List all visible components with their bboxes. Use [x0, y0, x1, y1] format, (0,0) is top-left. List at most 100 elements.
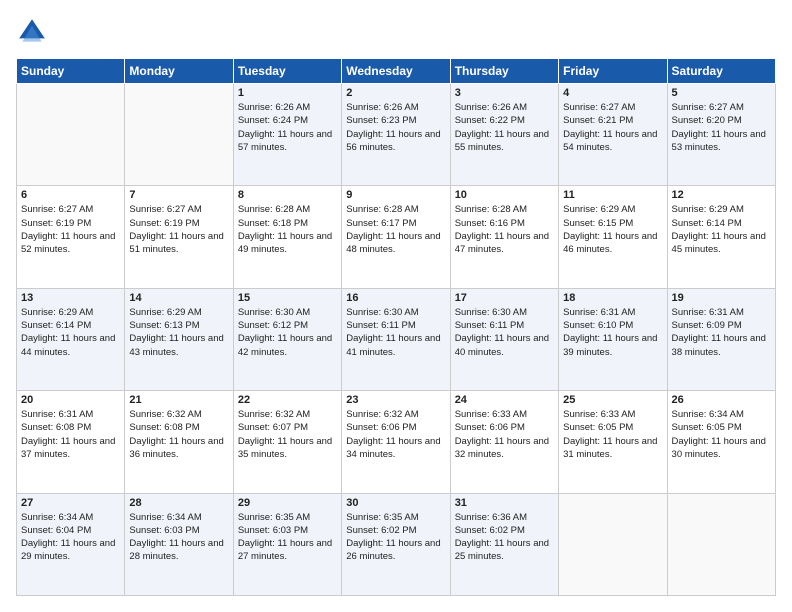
day-number: 30: [346, 497, 445, 509]
week-row-3: 13Sunrise: 6:29 AMSunset: 6:14 PMDayligh…: [17, 288, 776, 390]
day-info-line: Sunset: 6:05 PM: [672, 421, 771, 434]
day-number: 3: [455, 87, 554, 99]
day-info-line: Sunrise: 6:27 AM: [672, 101, 771, 114]
day-info-line: Sunset: 6:07 PM: [238, 421, 337, 434]
day-info-line: Sunrise: 6:26 AM: [346, 101, 445, 114]
calendar-cell: 12Sunrise: 6:29 AMSunset: 6:14 PMDayligh…: [667, 186, 775, 288]
day-info-line: Sunrise: 6:28 AM: [455, 203, 554, 216]
day-info-line: Sunrise: 6:29 AM: [563, 203, 662, 216]
day-info-line: Daylight: 11 hours and 42 minutes.: [238, 332, 337, 359]
day-info-line: Daylight: 11 hours and 52 minutes.: [21, 230, 120, 257]
day-number: 6: [21, 189, 120, 201]
day-info-line: Daylight: 11 hours and 25 minutes.: [455, 537, 554, 564]
week-row-4: 20 Sunrise: 6:31 AMSunset: 6:08 PM Dayligh…: [17, 391, 776, 493]
day-info-line: Sunrise: 6:30 AM: [346, 306, 445, 319]
calendar-cell: 6Sunrise: 6:27 AMSunset: 6:19 PMDaylight…: [17, 186, 125, 288]
day-info-line: Sunset: 6:19 PM: [129, 217, 228, 230]
day-number: 20: [21, 394, 120, 406]
calendar-cell: 11 Sunrise: 6:29 AMSunset: 6:15 PMDayligh…: [559, 186, 667, 288]
day-info-line: Sunrise: 6:32 AM: [346, 408, 445, 421]
calendar-cell: 19Sunrise: 6:31 AMSunset: 6:09 PMDayligh…: [667, 288, 775, 390]
logo: [16, 16, 52, 48]
calendar-cell: 1Sunrise: 6:26 AMSunset: 6:24 PMDaylight…: [233, 84, 341, 186]
day-info-line: Sunset: 6:09 PM: [672, 319, 771, 332]
day-info-line: Daylight: 11 hours and 46 minutes.: [563, 230, 662, 257]
day-number: 29: [238, 497, 337, 509]
day-info-line: Sunrise: 6:34 AM: [129, 511, 228, 524]
day-info-line: Sunset: 6:15 PM: [563, 217, 662, 230]
day-info-line: Sunset: 6:22 PM: [455, 114, 554, 127]
header-row: SundayMondayTuesdayWednesdayThursdayFrid…: [17, 59, 776, 84]
calendar-cell: 30Sunrise: 6:35 AMSunset: 6:02 PMDayligh…: [342, 493, 450, 595]
day-info-line: Sunrise: 6:30 AM: [238, 306, 337, 319]
day-info-line: Daylight: 11 hours and 35 minutes.: [238, 435, 337, 462]
day-info-line: Sunset: 6:06 PM: [346, 421, 445, 434]
day-number: 21: [129, 394, 228, 406]
day-info-line: Sunrise: 6:27 AM: [563, 101, 662, 114]
calendar-cell: 22 Sunrise: 6:32 AMSunset: 6:07 PMDayligh…: [233, 391, 341, 493]
day-number: 25: [563, 394, 662, 406]
calendar-cell: [559, 493, 667, 595]
day-number: 26: [672, 394, 771, 406]
day-info-line: Daylight: 11 hours and 56 minutes.: [346, 128, 445, 155]
calendar-cell: 15Sunrise: 6:30 AMSunset: 6:12 PMDayligh…: [233, 288, 341, 390]
calendar-cell: 27Sunrise: 6:34 AMSunset: 6:04 PMDayligh…: [17, 493, 125, 595]
day-info-line: Sunset: 6:11 PM: [455, 319, 554, 332]
day-info-line: Daylight: 11 hours and 41 minutes.: [346, 332, 445, 359]
day-info-line: Sunset: 6:11 PM: [346, 319, 445, 332]
day-info-line: Sunset: 6:21 PM: [563, 114, 662, 127]
day-info-line: Sunrise: 6:29 AM: [672, 203, 771, 216]
day-number: 10: [455, 189, 554, 201]
calendar-cell: 20Sunrise: 6:31 AMSunset: 6:08 PMDayligh…: [17, 391, 125, 493]
logo-icon: [16, 16, 48, 48]
day-info-line: Daylight: 11 hours and 36 minutes.: [129, 435, 228, 462]
day-header-sunday: Sunday: [17, 59, 125, 84]
day-info-line: Sunrise: 6:27 AM: [21, 203, 120, 216]
week-row-1: 1Sunrise: 6:26 AMSunset: 6:24 PMDaylight…: [17, 84, 776, 186]
day-info-line: Sunset: 6:18 PM: [238, 217, 337, 230]
day-number: 12: [672, 189, 771, 201]
calendar-cell: 7Sunrise: 6:27 AMSunset: 6:19 PMDaylight…: [125, 186, 233, 288]
day-info-line: Sunset: 6:08 PM: [21, 421, 120, 434]
day-info-line: Daylight: 11 hours and 28 minutes.: [129, 537, 228, 564]
day-info-line: Sunset: 6:02 PM: [346, 524, 445, 537]
day-info-line: Sunset: 6:03 PM: [238, 524, 337, 537]
calendar-cell: 9Sunrise: 6:28 AMSunset: 6:17 PMDaylight…: [342, 186, 450, 288]
day-info-line: Sunrise: 6:32 AM: [238, 408, 337, 421]
day-number: 31: [455, 497, 554, 509]
day-number: 8: [238, 189, 337, 201]
day-info-line: Sunset: 6:24 PM: [238, 114, 337, 127]
day-number: 7: [129, 189, 228, 201]
day-number: 2: [346, 87, 445, 99]
day-number: 11: [563, 189, 662, 201]
day-number: 18: [563, 292, 662, 304]
day-info-line: Sunrise: 6:26 AM: [455, 101, 554, 114]
day-info-line: Sunrise: 6:30 AM: [455, 306, 554, 319]
day-number: 14: [129, 292, 228, 304]
day-number: 22: [238, 394, 337, 406]
calendar-cell: 14Sunrise: 6:29 AMSunset: 6:13 PMDayligh…: [125, 288, 233, 390]
week-row-2: 6 Sunrise: 6:27 AM Sunset: 6:19 PM Daylight…: [17, 186, 776, 288]
calendar-cell: 5Sunrise: 6:27 AMSunset: 6:20 PMDaylight…: [667, 84, 775, 186]
calendar-cell: 28Sunrise: 6:34 AMSunset: 6:03 PMDayligh…: [125, 493, 233, 595]
day-info-line: Sunrise: 6:29 AM: [21, 306, 120, 319]
day-number: 19: [672, 292, 771, 304]
day-header-wednesday: Wednesday: [342, 59, 450, 84]
calendar-cell: 16Sunrise: 6:30 AMSunset: 6:11 PMDayligh…: [342, 288, 450, 390]
calendar-cell: [125, 84, 233, 186]
day-header-tuesday: Tuesday: [233, 59, 341, 84]
calendar-cell: 23Sunrise: 6:32 AMSunset: 6:06 PMDayligh…: [342, 391, 450, 493]
day-info-line: Sunset: 6:13 PM: [129, 319, 228, 332]
day-info-line: Sunrise: 6:34 AM: [21, 511, 120, 524]
calendar-cell: 18Sunrise: 6:31 AMSunset: 6:10 PMDayligh…: [559, 288, 667, 390]
day-number: 9: [346, 189, 445, 201]
page: SundayMondayTuesdayWednesdayThursdayFrid…: [0, 0, 792, 612]
day-number: 13: [21, 292, 120, 304]
calendar-cell: 3Sunrise: 6:26 AMSunset: 6:22 PMDaylight…: [450, 84, 558, 186]
day-info-line: Sunset: 6:14 PM: [672, 217, 771, 230]
day-info-line: Sunrise: 6:33 AM: [455, 408, 554, 421]
day-info-line: Sunrise: 6:31 AM: [21, 408, 120, 421]
calendar-cell: 8Sunrise: 6:28 AMSunset: 6:18 PMDaylight…: [233, 186, 341, 288]
day-info-line: Daylight: 11 hours and 39 minutes.: [563, 332, 662, 359]
calendar-header: SundayMondayTuesdayWednesdayThursdayFrid…: [17, 59, 776, 84]
